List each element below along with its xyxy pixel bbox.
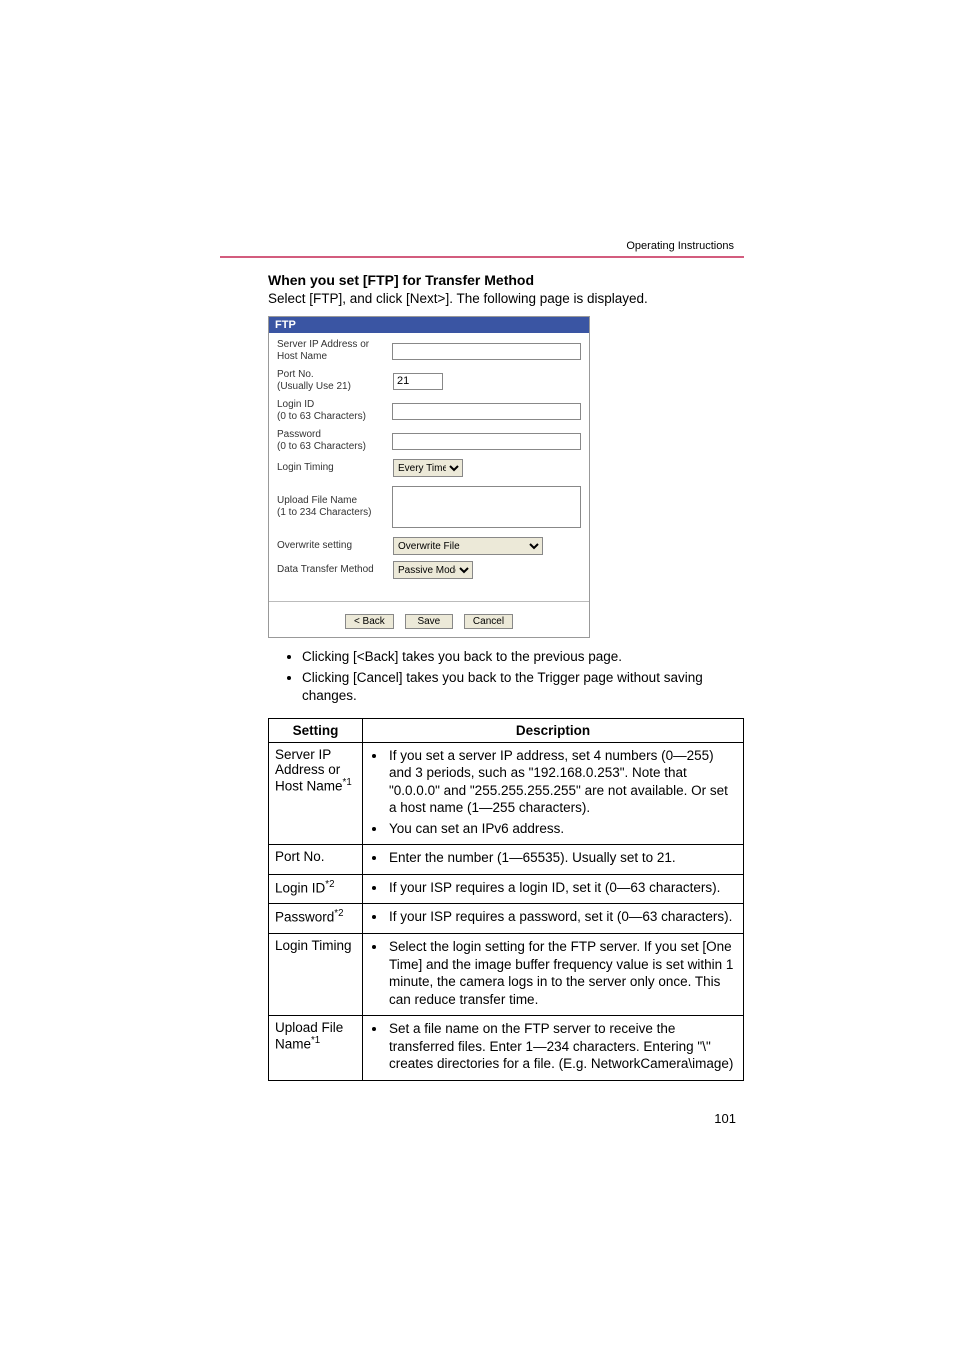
cell-setting: Server IP Address or Host Name*1	[269, 742, 363, 845]
table-row: Upload File Name*1 Set a file name on th…	[269, 1016, 744, 1081]
desc-item: Select the login setting for the FTP ser…	[387, 938, 737, 1008]
label-port: Port No. (Usually Use 21)	[277, 369, 393, 393]
table-row: Password*2 If your ISP requires a passwo…	[269, 904, 744, 934]
intro-text: Select [FTP], and click [Next>]. The fol…	[268, 291, 744, 306]
table-row: Login Timing Select the login setting fo…	[269, 934, 744, 1016]
cell-setting: Port No.	[269, 845, 363, 875]
th-description: Description	[363, 718, 744, 742]
input-password[interactable]	[392, 433, 581, 450]
table-row: Login ID*2 If your ISP requires a login …	[269, 874, 744, 904]
cell-description: If your ISP requires a login ID, set it …	[363, 874, 744, 904]
note-item: Clicking [Cancel] takes you back to the …	[302, 669, 744, 705]
back-button[interactable]: < Back	[345, 614, 394, 629]
settings-table: Setting Description Server IP Address or…	[268, 718, 744, 1081]
label-overwrite: Overwrite setting	[277, 540, 393, 552]
cancel-button[interactable]: Cancel	[464, 614, 513, 629]
select-transfer[interactable]: Passive Mode	[393, 561, 473, 579]
input-login[interactable]	[392, 403, 581, 420]
field-row-password: Password (0 to 63 Characters)	[277, 429, 581, 453]
header-label: Operating Instructions	[0, 240, 954, 256]
field-row-login: Login ID (0 to 63 Characters)	[277, 399, 581, 423]
label-transfer: Data Transfer Method	[277, 564, 393, 576]
cell-setting: Login ID*2	[269, 874, 363, 904]
cell-setting: Upload File Name*1	[269, 1016, 363, 1081]
label-server: Server IP Address or Host Name	[277, 339, 392, 363]
note-item: Clicking [<Back] takes you back to the p…	[302, 648, 744, 666]
th-setting: Setting	[269, 718, 363, 742]
save-button[interactable]: Save	[405, 614, 453, 629]
table-header-row: Setting Description	[269, 718, 744, 742]
button-row: < Back Save Cancel	[269, 608, 589, 637]
field-row-port: Port No. (Usually Use 21)	[277, 369, 581, 393]
desc-item: Set a file name on the FTP server to rec…	[387, 1020, 737, 1073]
select-overwrite[interactable]: Overwrite File	[393, 537, 543, 555]
page-number: 101	[0, 1111, 954, 1126]
header-divider	[220, 256, 744, 258]
input-port[interactable]	[393, 373, 443, 390]
cell-description: If you set a server IP address, set 4 nu…	[363, 742, 744, 845]
field-row-transfer: Data Transfer Method Passive Mode	[277, 561, 581, 579]
field-row-timing: Login Timing Every Time	[277, 459, 581, 477]
section-title: When you set [FTP] for Transfer Method	[268, 272, 744, 288]
field-row-upload: Upload File Name (1 to 234 Characters)	[277, 483, 581, 531]
label-password: Password (0 to 63 Characters)	[277, 429, 392, 453]
cell-description: Select the login setting for the FTP ser…	[363, 934, 744, 1016]
desc-item: If your ISP requires a login ID, set it …	[387, 879, 737, 897]
textarea-upload[interactable]	[392, 486, 581, 528]
label-upload: Upload File Name (1 to 234 Characters)	[277, 495, 392, 519]
ftp-form-panel: FTP Server IP Address or Host Name Port …	[268, 316, 590, 638]
field-row-overwrite: Overwrite setting Overwrite File	[277, 537, 581, 555]
cell-description: Set a file name on the FTP server to rec…	[363, 1016, 744, 1081]
table-row: Port No. Enter the number (1—65535). Usu…	[269, 845, 744, 875]
input-server[interactable]	[392, 343, 581, 360]
label-timing: Login Timing	[277, 462, 393, 474]
desc-item: If you set a server IP address, set 4 nu…	[387, 747, 737, 817]
form-title: FTP	[269, 317, 589, 333]
select-timing[interactable]: Every Time	[393, 459, 463, 477]
cell-description: If your ISP requires a password, set it …	[363, 904, 744, 934]
form-body: Server IP Address or Host Name Port No. …	[269, 333, 589, 591]
page-content: When you set [FTP] for Transfer Method S…	[0, 272, 954, 1081]
table-row: Server IP Address or Host Name*1 If you …	[269, 742, 744, 845]
notes-list: Clicking [<Back] takes you back to the p…	[302, 648, 744, 706]
field-row-server: Server IP Address or Host Name	[277, 339, 581, 363]
cell-description: Enter the number (1—65535). Usually set …	[363, 845, 744, 875]
cell-setting: Login Timing	[269, 934, 363, 1016]
desc-item: Enter the number (1—65535). Usually set …	[387, 849, 737, 867]
cell-setting: Password*2	[269, 904, 363, 934]
desc-item: If your ISP requires a password, set it …	[387, 908, 737, 926]
desc-item: You can set an IPv6 address.	[387, 820, 737, 838]
label-login: Login ID (0 to 63 Characters)	[277, 399, 392, 423]
form-separator	[269, 601, 589, 602]
